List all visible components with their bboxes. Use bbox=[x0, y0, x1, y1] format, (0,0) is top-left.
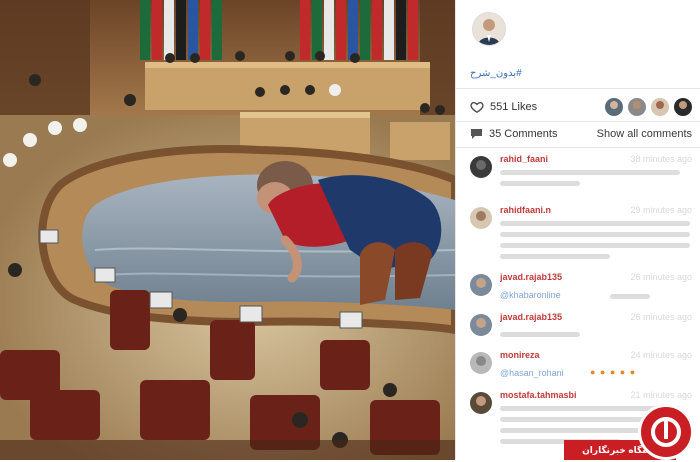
commenter-username[interactable]: rahid_faani bbox=[500, 154, 548, 164]
comment-text bbox=[610, 294, 650, 299]
comment-timestamp: 38 minutes ago bbox=[630, 154, 692, 164]
comment-text bbox=[500, 170, 680, 175]
liker-avatar[interactable] bbox=[605, 98, 623, 116]
comment-text bbox=[500, 221, 690, 226]
comment-text bbox=[500, 181, 580, 186]
comment-item: rahidfaani.n 29 minutes ago bbox=[470, 205, 692, 265]
comment-text bbox=[500, 332, 580, 337]
commenter-avatar[interactable] bbox=[470, 392, 492, 414]
commenter-username[interactable]: monireza bbox=[500, 350, 540, 360]
watermark-logo-mark bbox=[651, 417, 681, 447]
liker-avatar[interactable] bbox=[628, 98, 646, 116]
commenter-username[interactable]: javad.rajab135 bbox=[500, 312, 562, 322]
comment-timestamp: 26 minutes ago bbox=[630, 312, 692, 322]
likes-row: 551 Likes bbox=[470, 96, 692, 118]
post-details-panel: #بدون_شرح 551 Likes 35 Comments Show all… bbox=[455, 0, 700, 460]
comment-mention[interactable]: @hasan_rohani bbox=[500, 368, 564, 378]
heart-icon[interactable] bbox=[470, 100, 484, 114]
comment-bubble-icon[interactable] bbox=[470, 128, 483, 140]
comments-count: 35 Comments bbox=[489, 128, 558, 140]
comment-item: monireza 24 minutes ago @hasan_rohani ● … bbox=[470, 350, 692, 386]
commenter-avatar[interactable] bbox=[470, 352, 492, 374]
likes-count[interactable]: 551 Likes bbox=[490, 101, 537, 113]
comment-timestamp: 29 minutes ago bbox=[630, 205, 692, 215]
conference-hall-illustration bbox=[0, 0, 455, 460]
author-avatar[interactable] bbox=[472, 12, 506, 46]
commenter-username[interactable]: mostafa.tahmasbi bbox=[500, 390, 577, 400]
comment-item: javad.rajab135 26 minutes ago bbox=[470, 312, 692, 348]
comments-row: 35 Comments Show all comments bbox=[470, 126, 692, 142]
watermark-logo bbox=[638, 404, 694, 460]
liker-avatars bbox=[605, 98, 692, 116]
commenter-avatar[interactable] bbox=[470, 156, 492, 178]
comment-mention[interactable]: @khabaronline bbox=[500, 290, 561, 300]
author-username[interactable] bbox=[512, 18, 682, 32]
comment-text bbox=[500, 232, 690, 237]
commenter-avatar[interactable] bbox=[470, 207, 492, 229]
commenter-username[interactable]: rahidfaani.n bbox=[500, 205, 551, 215]
comment-text bbox=[500, 428, 640, 433]
comment-item: rahid_faani 38 minutes ago bbox=[470, 154, 692, 198]
show-all-comments-link[interactable]: Show all comments bbox=[597, 128, 692, 140]
divider bbox=[456, 121, 700, 122]
commenter-username[interactable]: javad.rajab135 bbox=[500, 272, 562, 282]
liker-avatar[interactable] bbox=[674, 98, 692, 116]
comment-timestamp: 21 minutes ago bbox=[630, 390, 692, 400]
comment-text bbox=[500, 243, 690, 248]
comment-text bbox=[500, 417, 660, 422]
commenter-avatar[interactable] bbox=[470, 274, 492, 296]
divider bbox=[456, 88, 700, 89]
post-image bbox=[0, 0, 455, 460]
emoji-reaction-icons: ● ● ● ● ● bbox=[590, 367, 637, 377]
commenter-avatar[interactable] bbox=[470, 314, 492, 336]
author-portrait bbox=[473, 13, 505, 45]
liker-avatar[interactable] bbox=[651, 98, 669, 116]
comment-timestamp: 26 minutes ago bbox=[630, 272, 692, 282]
comment-timestamp: 24 minutes ago bbox=[630, 350, 692, 360]
divider bbox=[456, 147, 700, 148]
post-caption-hashtag[interactable]: #بدون_شرح bbox=[470, 68, 522, 79]
comment-text bbox=[500, 254, 610, 259]
comment-item: javad.rajab135 26 minutes ago @khabaronl… bbox=[470, 272, 692, 308]
